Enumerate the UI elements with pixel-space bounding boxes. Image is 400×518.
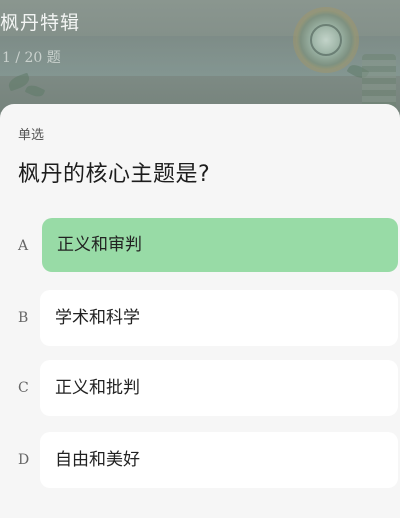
question-sheet: 单选 枫丹的核心主题是? A 正义和审判 B 学术和科学 C 正义和批判 D 自… (0, 104, 400, 518)
option-d-row: D 自由和美好 (0, 432, 400, 488)
option-letter: D (18, 452, 30, 468)
option-b-row: B 学术和科学 (0, 290, 400, 346)
question-progress: 1 / 20 题 (2, 50, 61, 66)
option-d-button[interactable]: 自由和美好 (40, 432, 398, 488)
option-letter: A (18, 238, 29, 254)
option-letter: B (18, 310, 29, 326)
column-decoration (362, 54, 396, 110)
option-c-button[interactable]: 正义和批判 (40, 360, 398, 416)
option-c-row: C 正义和批判 (0, 360, 400, 416)
quiz-screen: 枫丹特辑 1 / 20 题 单选 枫丹的核心主题是? A 正义和审判 B 学术和… (0, 0, 400, 518)
page-title: 枫丹特辑 (0, 12, 81, 34)
question-type-label: 单选 (18, 128, 45, 143)
option-a-row: A 正义和审判 (0, 218, 400, 274)
option-a-button[interactable]: 正义和审判 (42, 218, 398, 272)
question-text: 枫丹的核心主题是? (18, 162, 211, 187)
fontaine-emblem-icon (296, 10, 356, 70)
option-letter: C (18, 380, 29, 396)
emblem-ring (310, 24, 342, 56)
option-b-button[interactable]: 学术和科学 (40, 290, 398, 346)
